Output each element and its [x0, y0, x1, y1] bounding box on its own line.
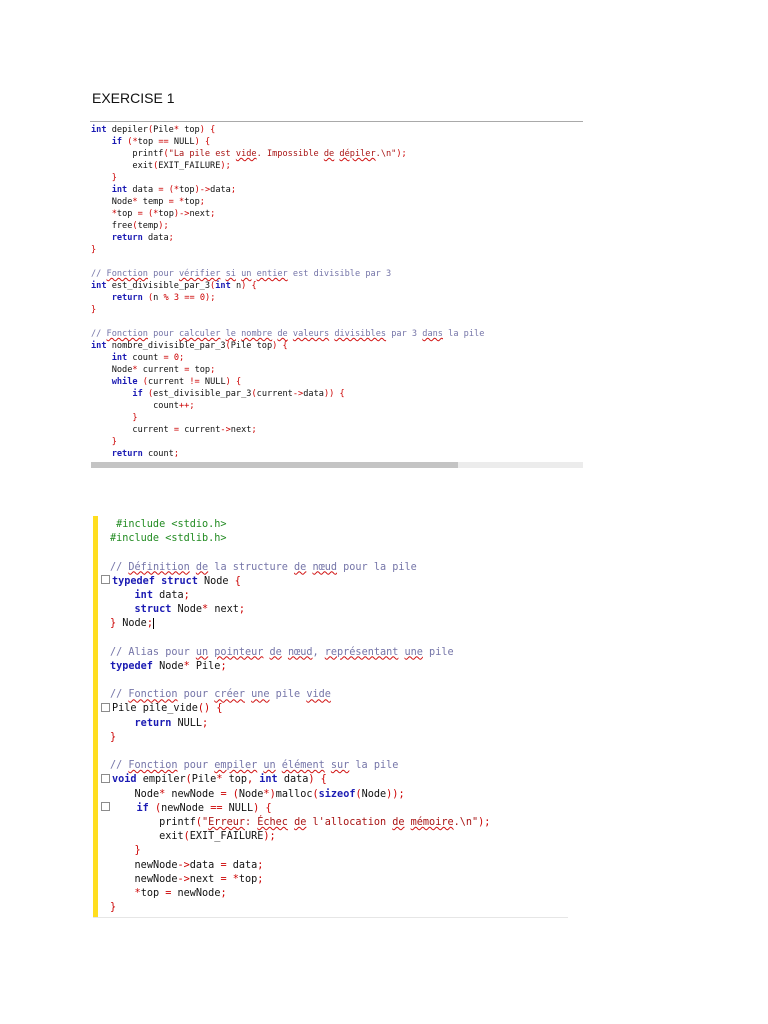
code-lines: #include <stdio.h> #include <stdlib.h> //… — [101, 518, 490, 915]
code-line: *top = (*top)->next; — [111, 209, 216, 219]
code-line: // Fonction pour empiler un élément sur … — [110, 760, 399, 772]
code-line: } — [134, 845, 141, 857]
code-line: typedef Node* Pile; — [110, 660, 227, 672]
code-line: while (current != NULL) { — [111, 377, 242, 387]
code-line: // Fonction pour créer une pile vide — [110, 689, 331, 701]
code-line: } — [110, 731, 117, 743]
code-line: count++; — [153, 401, 195, 411]
code-line: } — [132, 413, 138, 423]
code-line: // Alias pour un pointeur de nœud, repré… — [110, 646, 454, 658]
code-line: void empiler(Pile* top, int data) { — [101, 773, 490, 787]
code-line: #include <stdio.h> — [110, 519, 227, 530]
code-line: int data = (*top)->data; — [111, 185, 237, 195]
code-line: Pile pile_vide() { — [101, 702, 490, 716]
code-snippet-empiler: #include <stdio.h> #include <stdlib.h> //… — [93, 516, 568, 918]
code-lines: int depiler(Pile* top) { if (*top == NUL… — [91, 124, 484, 460]
code-line: } — [91, 305, 97, 315]
code-line: int data; — [134, 589, 190, 601]
code-line: return count; — [111, 449, 179, 459]
code-line: #include <stdlib.h> — [110, 533, 227, 545]
text-cursor — [152, 617, 154, 629]
code-line: // Fonction pour calculer le nombre de v… — [91, 329, 485, 339]
code-line: typedef struct Node { — [101, 575, 490, 589]
exercise-title: EXERCISE 1 — [92, 90, 175, 106]
code-line: *top = newNode; — [134, 887, 227, 899]
code-line: struct Node* next; — [134, 604, 246, 616]
code-line: Node* newNode = (Node*)malloc(sizeof(Nod… — [134, 788, 405, 800]
code-line: int count = 0; — [111, 353, 185, 363]
code-line: int depiler(Pile* top) { — [91, 125, 216, 135]
code-line: Node* temp = *top; — [111, 197, 205, 207]
fold-toggle-icon[interactable] — [101, 802, 110, 812]
snippet-top-border — [90, 121, 583, 122]
code-line: return data; — [111, 233, 174, 243]
code-line: } — [91, 245, 97, 255]
code-line: // Définition de la structure de nœud po… — [110, 561, 417, 573]
code-line: newNode->next = *top; — [134, 873, 264, 885]
snippet-bottom-border — [93, 917, 568, 918]
code-line: exit(EXIT_FAILURE); — [159, 831, 276, 843]
code-line: } — [111, 173, 117, 183]
code-line: exit(EXIT_FAILURE); — [132, 161, 231, 171]
code-line: int nombre_divisible_par_3(Pile top) { — [91, 341, 288, 351]
code-line: Node* current = top; — [111, 365, 216, 375]
code-line: } Node; — [110, 617, 154, 630]
code-line: if (*top == NULL) { — [111, 137, 211, 147]
code-snippet-depiler: int depiler(Pile* top) { if (*top == NUL… — [90, 121, 583, 469]
code-line: return (n % 3 == 0); — [111, 293, 216, 303]
code-line: return NULL; — [134, 717, 209, 729]
code-line: if (est_divisible_par_3(current->data)) … — [132, 389, 345, 399]
code-line: } — [110, 902, 117, 914]
horizontal-scrollbar-thumb[interactable] — [91, 462, 458, 468]
fold-toggle-icon[interactable] — [101, 773, 110, 783]
code-line: // Fonction pour vérifier si un entier e… — [91, 269, 392, 279]
code-line: } — [111, 437, 117, 447]
code-line: printf("Erreur: Échec de l'allocation de… — [159, 816, 491, 828]
code-line: newNode->data = data; — [134, 859, 264, 871]
code-line: current = current->next; — [132, 425, 257, 435]
code-line: int est_divisible_par_3(int n) { — [91, 281, 257, 291]
fold-toggle-icon[interactable] — [101, 702, 110, 712]
code-line: printf("La pile est vide. Impossible de … — [132, 149, 407, 159]
fold-toggle-icon[interactable] — [101, 575, 110, 585]
code-line: if (newNode == NULL) { — [101, 802, 490, 816]
code-line: free(temp); — [111, 221, 169, 231]
